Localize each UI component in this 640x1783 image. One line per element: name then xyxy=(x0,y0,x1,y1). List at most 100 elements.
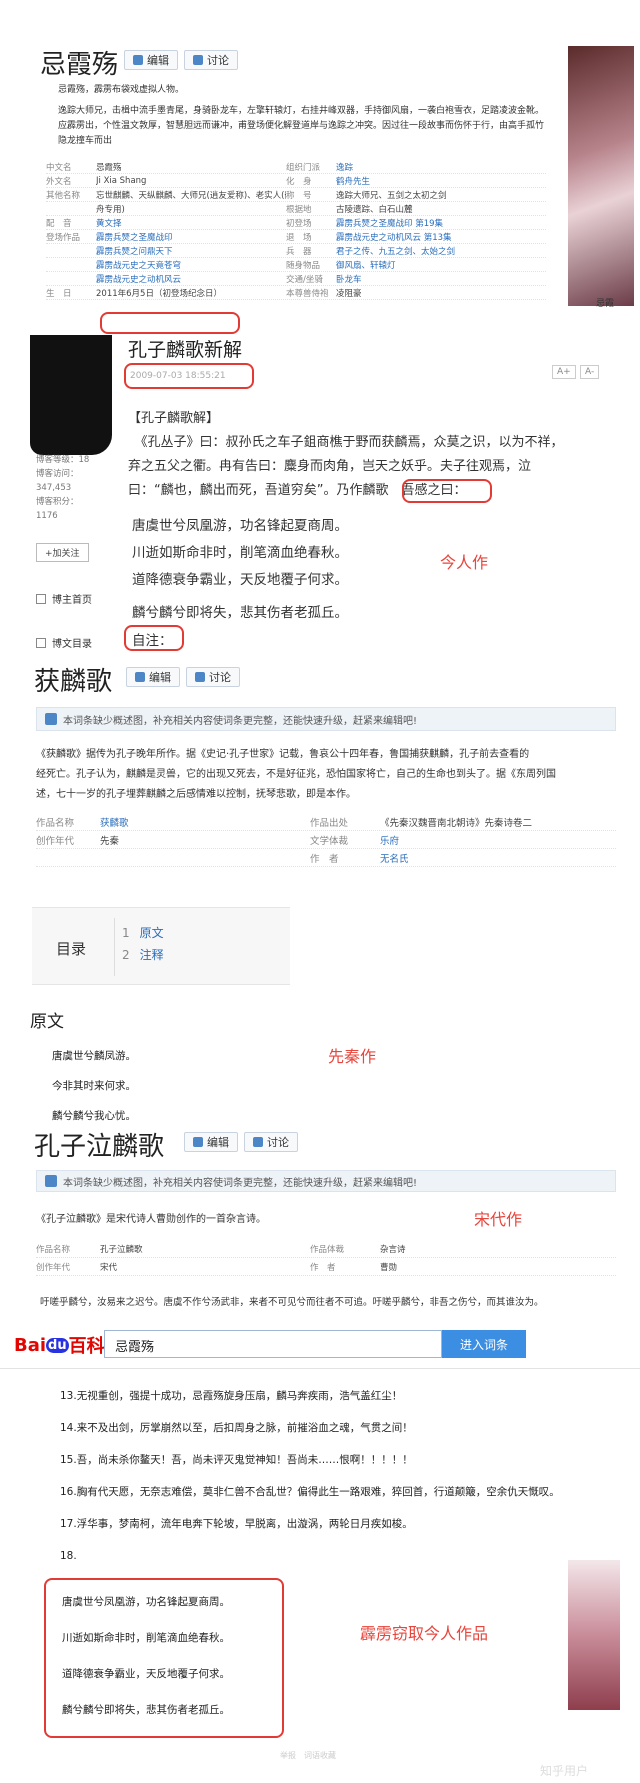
info-table: 中文名 忌霞殇 组织门派 逸踪 外文名 Ji Xia Shang 化 身 鹤舟先生 其他名称 忘世… xyxy=(46,160,546,300)
table-row: 其他名称 忘世麒麟、天纵麒麟、大师兄(逍友爱称)、老实人(鹤称 号 逸踪大师兄、五剑… xyxy=(46,188,546,202)
table-value[interactable]: 御风扇、轩辕灯 xyxy=(336,259,546,271)
annotation-label-preqin: 先秦作 xyxy=(328,1047,377,1066)
poem-line: 道降德衰争霸业，天反地覆子何求。 xyxy=(62,1668,230,1680)
font-smaller-button[interactable]: A- xyxy=(580,365,600,379)
table-value[interactable]: 凌阻豪 xyxy=(336,287,546,299)
table-row: 创作年代 宋代 作 者 曹勋 xyxy=(36,1258,616,1276)
table-value[interactable]: 黄文择 xyxy=(96,217,286,229)
description-text: 逸踪大师兄，击楫中流手墨青尾，身骑卧龙车，左擎轩辕灯，右挂井峰双器，手持御风扇，… xyxy=(58,106,545,146)
table-value[interactable]: 鹤舟先生 xyxy=(336,175,546,187)
table-key: 其他名称 xyxy=(46,190,81,201)
table-value[interactable]: 霹雳兵燹之问鼎天下 xyxy=(96,245,286,257)
discuss-button[interactable]: 讨论 xyxy=(244,1132,298,1152)
info-icon xyxy=(45,1175,57,1187)
side-image xyxy=(568,1560,620,1710)
table-value[interactable]: 无名氏 xyxy=(380,851,616,865)
edit-button[interactable]: 编辑 xyxy=(126,667,180,687)
table-value[interactable]: 君子之传、九五之剑、太始之剑 xyxy=(336,245,546,257)
table-key: 称 号 xyxy=(286,190,312,201)
table-row: 舟专用) 根据地 古陵遗踪、白石山麓 xyxy=(46,202,546,216)
poem-line: 今非其时来何求。 xyxy=(52,1080,136,1092)
table-key: 作 者 xyxy=(310,853,339,865)
footer-links[interactable]: 举报 词语收藏 xyxy=(280,1750,336,1761)
table-value[interactable]: 获麟歌 xyxy=(100,815,310,829)
chat-icon xyxy=(195,672,205,682)
side-image-caption: 忌霞 xyxy=(596,299,615,309)
search-input[interactable]: 忌霞殇 xyxy=(104,1330,442,1358)
table-key: 作 者 xyxy=(310,1262,336,1273)
edit-button[interactable]: 编辑 xyxy=(184,1132,238,1152)
table-value[interactable]: 霹雳兵燹之圣魔战印 第19集 xyxy=(336,217,546,229)
intro-text: 《孔子泣麟歌》是宋代诗人曹勋创作的一首杂言诗。 xyxy=(36,1214,266,1225)
summary-text: 《获麟歌》据传为孔子晚年所作。据《史记·孔子世家》记载，鲁哀公十四年春，鲁国捕获… xyxy=(36,749,556,800)
table-row: 作品名称 获麟歌 作品出处 《先秦汉魏晋南北朝诗》先秦诗卷二 xyxy=(36,813,616,831)
table-key: 作品出处 xyxy=(310,817,349,829)
poem-line: 麟兮麟兮我心忧。 xyxy=(52,1110,136,1122)
stat-line: 347,453 xyxy=(36,483,72,493)
paragraph-line: 【孔子麟歌解】 xyxy=(128,411,220,426)
poem-line: 道降德衰争霸业，天反地覆子何求。 xyxy=(132,572,348,588)
discuss-button[interactable]: 讨论 xyxy=(186,667,240,687)
page-title: 获麟歌 xyxy=(34,667,113,697)
table-value[interactable]: 逸踪大师兄、五剑之太初之剑 xyxy=(336,189,546,201)
table-row: 创作年代 先秦 文学体裁 乐府 xyxy=(36,831,616,849)
pencil-icon xyxy=(193,1137,203,1147)
info-table: 作品名称 孔子泣麟歌 作品体裁 杂言诗 创作年代 宋代 作 者 曹勋 xyxy=(36,1240,616,1276)
table-key: 外文名 xyxy=(46,176,72,187)
discuss-button[interactable]: 讨论 xyxy=(184,50,238,70)
table-value[interactable]: 古陵遗踪、白石山麓 xyxy=(336,203,546,215)
toc-item[interactable]: 2 注释 xyxy=(122,944,164,966)
table-value[interactable]: 霹雳兵燹之圣魔战印 xyxy=(96,231,286,243)
annotation-label-stolen: 霹雳窃取今人作品 xyxy=(360,1624,489,1643)
section-blog-post: 博客等级：18 博客访问： 347,453 博客积分： 1176 +加关注 博主首页 博… xyxy=(0,335,640,655)
table-key: 初登场 xyxy=(286,218,312,229)
table-row: 登场作品 霹雳兵燹之圣魔战印退 场 霹雳战元史之动机风云 第13集 xyxy=(46,230,546,244)
post-title: 孔子麟歌新解 xyxy=(128,339,243,361)
table-row: 作品名称 孔子泣麟歌 作品体裁 杂言诗 xyxy=(36,1240,616,1258)
watermark: 知乎用户 xyxy=(540,1764,589,1778)
table-value[interactable]: 忌霞殇 xyxy=(96,161,286,173)
blog-home-link[interactable]: 博主首页 xyxy=(36,591,92,606)
paragraph-line: 曰：“麟也，麟出而死，吾道穷矣”。乃作麟歌 吾感之曰： xyxy=(128,483,467,498)
follow-button[interactable]: +加关注 xyxy=(36,543,89,562)
stat-line: 博客访问： xyxy=(36,469,79,479)
toc-label: 原文 xyxy=(139,926,164,940)
avatar xyxy=(30,335,112,455)
table-value[interactable]: 卧龙车 xyxy=(336,273,546,285)
stat-line: 博客等级：18 xyxy=(36,455,90,465)
stat-line: 博客积分： xyxy=(36,497,79,507)
table-value[interactable]: 逸踪 xyxy=(336,161,546,173)
table-key: 组织门派 xyxy=(286,162,321,173)
toc-number: 2 xyxy=(122,948,130,962)
table-key: 根据地 xyxy=(286,204,312,215)
toc-label: 注释 xyxy=(139,948,164,962)
side-image xyxy=(568,46,634,306)
table-row: 作 者 无名氏 xyxy=(36,849,616,867)
table-value[interactable]: Ji Xia Shang xyxy=(96,176,286,186)
table-row: 配 音 黄文择 初登场 霹雳兵燹之圣魔战印 第19集 xyxy=(46,216,546,230)
edit-button[interactable]: 编辑 xyxy=(124,50,178,70)
table-value: 曹勋 xyxy=(380,1262,398,1273)
table-value[interactable]: 忘世麒麟、天纵麒麟、大师兄(逍友爱称)、老实人(鹤 xyxy=(96,189,286,201)
info-table: 作品名称 获麟歌 作品出处 《先秦汉魏晋南北朝诗》先秦诗卷二 创作年代 先秦 文学体裁 乐府作… xyxy=(36,813,616,867)
blog-stats: 博客等级：18 博客访问： 347,453 博客积分： 1176 xyxy=(36,453,89,523)
table-value[interactable]: 乐府 xyxy=(380,833,616,847)
intro-text: 忌霞殇，霹雳布袋戏虚拟人物。 xyxy=(58,85,185,95)
annotation-label-song: 宋代作 xyxy=(474,1210,523,1229)
info-icon xyxy=(45,713,57,725)
blog-catalog-link[interactable]: 博文目录 xyxy=(36,635,92,650)
search-button[interactable]: 进入词条 xyxy=(442,1330,526,1358)
table-value[interactable]: 霹雳战元史之动机风云 xyxy=(96,273,286,285)
table-key: 作品名称 xyxy=(36,817,75,829)
chat-icon xyxy=(193,55,203,65)
table-value[interactable]: 舟专用) xyxy=(96,203,286,215)
table-key: 创作年代 xyxy=(36,835,75,847)
section-baike-kongziqilinge: 孔子泣麟歌 编辑 讨论 本词条缺少概述图，补充相关内容使词条更完整，还能快速升级… xyxy=(0,1122,640,1324)
table-value[interactable]: 2011年6月5日（初登场纪念日） xyxy=(96,287,286,299)
table-value[interactable]: 霹雳战元史之天竟苍穹 xyxy=(96,259,286,271)
page-title: 孔子泣麟歌 xyxy=(34,1132,165,1162)
annotation-circle-birthday xyxy=(100,312,240,334)
toc-item[interactable]: 1 原文 xyxy=(122,922,164,944)
font-bigger-button[interactable]: A+ xyxy=(552,365,576,379)
table-value[interactable]: 霹雳战元史之动机风云 第13集 xyxy=(336,231,546,243)
